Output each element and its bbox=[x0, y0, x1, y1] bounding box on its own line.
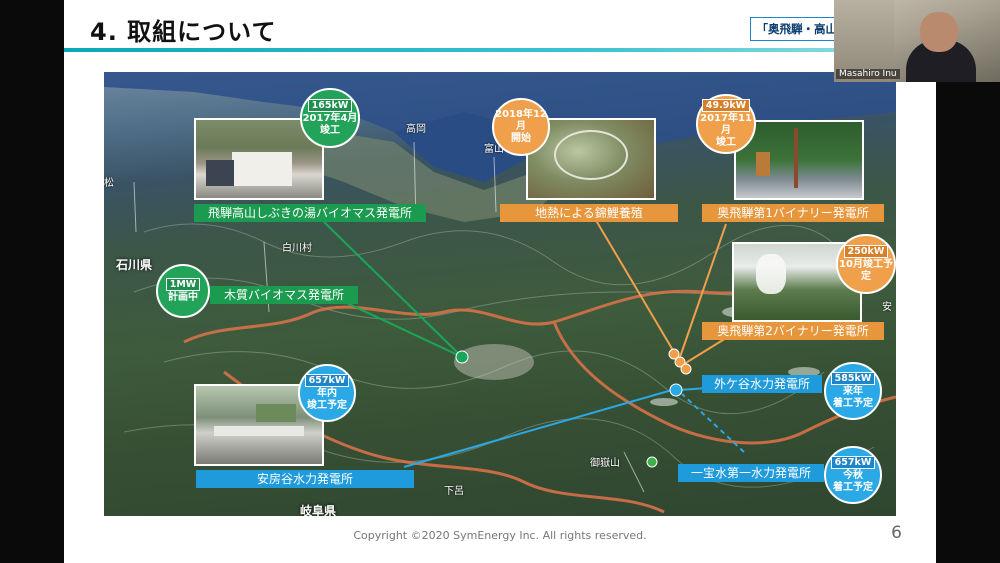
badge-1mw: 1MW 計画中 bbox=[156, 264, 210, 318]
label-wood-biomass: 木質バイオマス発電所 bbox=[210, 286, 358, 304]
geothermal-marker-3 bbox=[680, 363, 692, 375]
badge-49kw: 49.9kW 2017年11月 竣工 bbox=[696, 94, 756, 154]
satellite-map: 高岡 富山 白川村 松 石川県 岐阜県 御嶽山 下呂 安 飛騨高山しぶきの湯バイ… bbox=[104, 72, 896, 516]
label-abodani-hydro: 安房谷水力発電所 bbox=[196, 470, 414, 488]
badge-250kw: 250kW 10月竣工予定 bbox=[836, 234, 896, 294]
place-an: 安 bbox=[882, 302, 892, 313]
ontake-pin-icon bbox=[646, 456, 658, 468]
label-koi-farming: 地熱による錦鯉養殖 bbox=[500, 204, 678, 222]
hydro-site-marker bbox=[669, 383, 683, 397]
badge-657kw-ippousui: 657kW 今秋 着工予定 bbox=[824, 446, 882, 504]
label-ippousui-hydro: 一宝水第一水力発電所 bbox=[678, 464, 824, 482]
participant-name: Masahiro Inu bbox=[836, 69, 900, 79]
place-shimoro: 下呂 bbox=[444, 486, 464, 497]
label-okuhida-binary-2: 奥飛騨第2バイナリー発電所 bbox=[702, 322, 884, 340]
presentation-slide: 4. 取組について 「奥飛騨・高山自然エネルギーの bbox=[64, 0, 936, 563]
badge-657kw-abodani: 657kW 年内 竣工予定 bbox=[298, 364, 356, 422]
place-ontake: 御嶽山 bbox=[590, 458, 620, 469]
label-okuhida-binary-1: 奥飛騨第1バイナリー発電所 bbox=[702, 204, 884, 222]
slide-title: 4. 取組について bbox=[90, 18, 277, 46]
place-shirakawa: 白川村 bbox=[282, 243, 312, 254]
biomass-site-marker bbox=[455, 350, 469, 364]
badge-585kw: 585kW 来年 着工予定 bbox=[824, 362, 882, 420]
badge-165kw: 165kW 2017年4月 竣工 bbox=[300, 88, 360, 148]
badge-koi-start: 2018年12月 開始 bbox=[492, 98, 550, 156]
place-matsu: 松 bbox=[104, 178, 114, 189]
place-takaoka: 高岡 bbox=[406, 124, 426, 135]
copyright-footer: Copyright ©2020 SymEnergy Inc. All right… bbox=[353, 529, 647, 542]
participant-video-thumbnail[interactable]: Masahiro Inu bbox=[834, 0, 1000, 82]
place-gifu: 岐阜県 bbox=[300, 504, 337, 516]
label-shibukinoyu-biomass: 飛騨高山しぶきの湯バイオマス発電所 bbox=[194, 204, 426, 222]
page-number: 6 bbox=[891, 523, 902, 543]
label-sotogadani-hydro: 外ケ谷水力発電所 bbox=[702, 375, 822, 393]
title-underline bbox=[64, 48, 936, 52]
place-ishikawa: 石川県 bbox=[116, 258, 153, 272]
person-head bbox=[920, 12, 958, 52]
